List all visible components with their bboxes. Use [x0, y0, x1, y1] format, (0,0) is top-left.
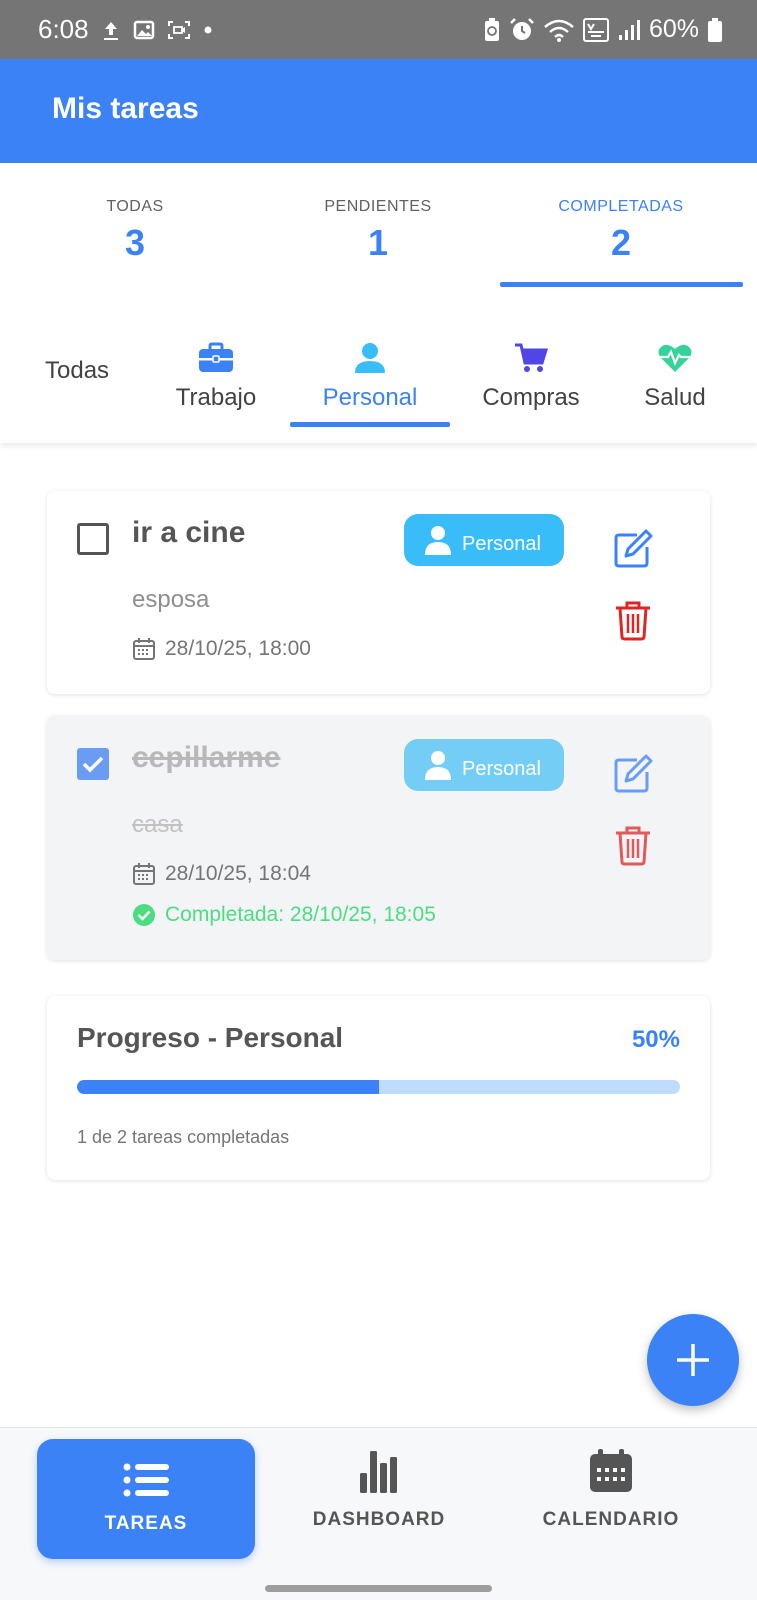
tab-label: COMPLETADAS	[558, 198, 684, 215]
task-checkbox[interactable]	[77, 523, 109, 555]
trash-icon	[616, 826, 650, 866]
status-bar: 6:08 60%	[0, 0, 757, 59]
category-badge: Personal	[404, 514, 564, 566]
add-task-button[interactable]	[647, 1314, 739, 1406]
tab-completadas[interactable]: COMPLETADAS 2	[501, 198, 741, 264]
task-title: ir a cine	[132, 516, 246, 549]
status-filter-tabs: TODAS 3 PENDIENTES 1 COMPLETADAS 2	[0, 163, 757, 293]
bar-chart-icon	[360, 1451, 397, 1493]
category-badge: Personal	[404, 739, 564, 791]
plus-icon	[677, 1344, 709, 1376]
cart-icon	[515, 343, 548, 372]
task-title: cepillarme	[132, 741, 281, 774]
tab-active-indicator	[500, 282, 743, 287]
volte-icon	[582, 17, 609, 42]
task-checkbox[interactable]	[77, 748, 109, 780]
task-description: casa	[132, 811, 183, 838]
delete-button[interactable]	[613, 599, 653, 641]
person-icon	[425, 526, 451, 555]
nav-dashboard[interactable]: DASHBOARD	[270, 1439, 488, 1559]
check-circle-icon	[133, 904, 155, 926]
category-salud[interactable]: Salud	[630, 315, 720, 443]
wifi-icon	[544, 19, 574, 42]
task-description: esposa	[132, 586, 210, 613]
category-label: Personal	[322, 384, 418, 411]
progress-title: Progreso - Personal	[77, 1022, 344, 1053]
category-label: Salud	[644, 384, 706, 411]
nav-calendario[interactable]: CALENDARIO	[502, 1439, 720, 1559]
page-title: Mis tareas	[52, 92, 199, 125]
tab-count: 1	[367, 222, 389, 263]
signal-icon	[618, 19, 640, 40]
task-date-text: 28/10/25, 18:00	[165, 637, 311, 660]
screen-record-icon	[167, 20, 190, 39]
trash-icon	[616, 601, 650, 641]
task-card: ir a cine Personal esposa 28/10/25, 18:0…	[47, 491, 710, 694]
progress-percent: 50%	[631, 1026, 680, 1053]
progress-card: Progreso - Personal 50% 1 de 2 tareas co…	[47, 996, 710, 1180]
nav-label: CALENDARIO	[542, 1509, 680, 1530]
tab-count: 2	[610, 222, 632, 263]
category-active-indicator	[290, 422, 450, 427]
category-badge-label: Personal	[462, 757, 541, 780]
briefcase-icon	[199, 342, 233, 372]
category-badge-label: Personal	[462, 532, 541, 555]
edit-icon	[614, 529, 653, 568]
category-trabajo[interactable]: Trabajo	[165, 315, 267, 443]
battery-saver-icon	[484, 17, 499, 41]
category-compras[interactable]: Compras	[468, 315, 594, 443]
tab-todas[interactable]: TODAS 3	[15, 198, 255, 264]
tab-label: PENDIENTES	[324, 198, 432, 215]
task-date-text: 28/10/25, 18:04	[165, 862, 311, 885]
task-completed-info: Completada: 28/10/25, 18:05	[132, 903, 436, 927]
dot-icon	[204, 26, 212, 33]
progress-caption: 1 de 2 tareas completadas	[77, 1127, 290, 1147]
upload-icon	[103, 21, 118, 40]
check-icon	[82, 756, 104, 773]
tab-label: TODAS	[106, 198, 164, 215]
task-date: 28/10/25, 18:00	[132, 637, 311, 661]
nav-tareas[interactable]: TAREAS	[37, 1439, 255, 1559]
task-card: cepillarme Personal casa 28/10/25, 18:04…	[47, 716, 710, 960]
task-date: 28/10/25, 18:04	[132, 862, 311, 886]
edit-button[interactable]	[613, 529, 653, 569]
delete-button[interactable]	[613, 824, 653, 866]
calendar-icon	[133, 638, 155, 660]
alarm-icon	[510, 17, 534, 40]
task-completed-text: Completada: 28/10/25, 18:05	[165, 903, 436, 926]
category-filter: Todas Trabajo Personal Compras Salud	[0, 315, 757, 443]
battery-percent: 60%	[648, 15, 699, 43]
edit-icon	[614, 754, 653, 793]
list-icon	[123, 1463, 169, 1497]
calendar-icon	[133, 863, 155, 885]
person-icon	[355, 343, 385, 373]
nav-label: DASHBOARD	[312, 1509, 446, 1530]
person-icon	[425, 751, 451, 780]
image-icon	[133, 20, 154, 39]
app-bar: Mis tareas	[0, 59, 757, 163]
home-indicator	[265, 1585, 492, 1592]
calendar-icon	[590, 1449, 632, 1492]
heart-pulse-icon	[658, 344, 692, 372]
category-label: Compras	[482, 384, 580, 411]
nav-label: TAREAS	[104, 1513, 188, 1534]
category-label: Trabajo	[175, 384, 257, 411]
progress-bar-fill	[77, 1080, 379, 1094]
battery-icon	[708, 17, 722, 42]
tab-count: 3	[124, 222, 146, 263]
progress-bar	[77, 1080, 680, 1094]
edit-button[interactable]	[613, 754, 653, 794]
category-all[interactable]: Todas	[45, 357, 109, 385]
status-time: 6:08	[38, 14, 89, 44]
bottom-navigation: TAREAS DASHBOARD CALENDARIO	[0, 1427, 757, 1600]
tab-pendientes[interactable]: PENDIENTES 1	[258, 198, 498, 264]
